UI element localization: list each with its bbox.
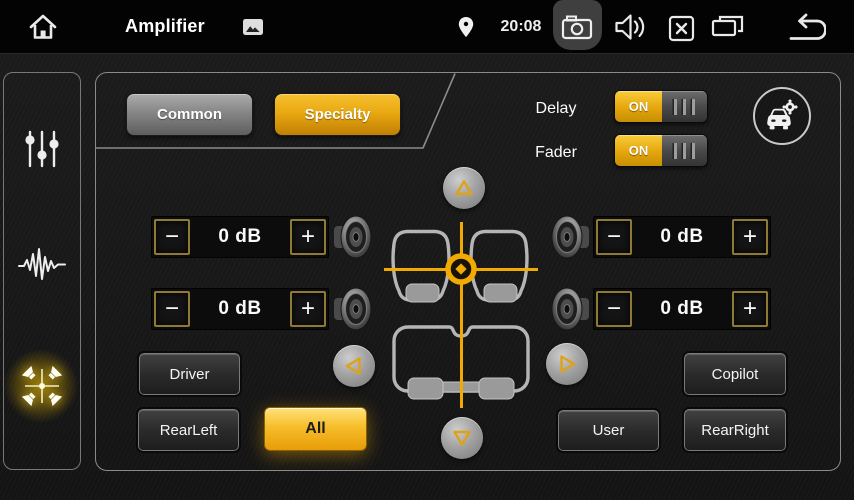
preset-rearleft-label: RearLeft bbox=[160, 422, 218, 439]
gallery-icon bbox=[242, 18, 264, 36]
gain-rear-right-value: 0 dB bbox=[632, 298, 732, 320]
gain-front-left-plus-button[interactable]: + bbox=[290, 219, 326, 255]
gain-front-right-value: 0 dB bbox=[632, 226, 732, 248]
sidebar-item-equalizer[interactable] bbox=[4, 129, 80, 169]
recent-apps-button[interactable] bbox=[709, 14, 745, 40]
fader-toggle-on: ON bbox=[615, 135, 662, 166]
preset-rearright-label: RearRight bbox=[701, 422, 769, 439]
arrow-up-icon bbox=[452, 176, 476, 200]
sidebar-item-sound-effects[interactable] bbox=[4, 245, 80, 283]
gain-front-right-plus-button[interactable]: + bbox=[732, 219, 768, 255]
volume-button[interactable] bbox=[613, 13, 649, 41]
preset-rearleft-button[interactable]: RearLeft bbox=[138, 409, 239, 451]
preset-all-button[interactable]: All bbox=[264, 407, 367, 451]
gallery-button[interactable] bbox=[241, 16, 265, 38]
arrow-down-icon bbox=[450, 426, 474, 450]
home-button[interactable] bbox=[24, 8, 62, 46]
gain-front-left-minus-button[interactable]: − bbox=[154, 219, 190, 255]
fader-toggle-grip bbox=[662, 135, 707, 166]
status-bar: Amplifier 20:08 bbox=[0, 0, 854, 54]
equalizer-icon bbox=[23, 129, 61, 169]
sound-wave-icon bbox=[18, 245, 66, 283]
preset-rearright-button[interactable]: RearRight bbox=[684, 409, 786, 451]
tab-common[interactable]: Common bbox=[126, 93, 253, 136]
preset-driver-button[interactable]: Driver bbox=[139, 353, 240, 395]
tab-specialty-label: Specialty bbox=[305, 106, 371, 123]
fader-left-button[interactable] bbox=[333, 345, 375, 387]
preset-user-label: User bbox=[593, 422, 625, 439]
location-button[interactable] bbox=[457, 15, 475, 39]
delay-toggle-on: ON bbox=[615, 91, 662, 122]
fader-down-button[interactable] bbox=[441, 417, 483, 459]
car-settings-button[interactable] bbox=[753, 87, 811, 145]
preset-copilot-label: Copilot bbox=[712, 366, 759, 383]
preset-driver-label: Driver bbox=[170, 366, 210, 383]
fader-toggle[interactable]: ON bbox=[614, 134, 708, 167]
speaker-rear-left-icon bbox=[333, 286, 373, 332]
sidebar-item-fader-balance[interactable] bbox=[4, 363, 80, 414]
speaker-front-left-icon bbox=[333, 214, 373, 260]
fader-label: Fader bbox=[514, 140, 598, 166]
preset-copilot-button[interactable]: Copilot bbox=[684, 353, 786, 395]
gain-front-left: − 0 dB + bbox=[151, 216, 329, 258]
speaker-front-right-icon bbox=[550, 214, 590, 260]
gain-rear-right-plus-button[interactable]: + bbox=[732, 291, 768, 327]
back-button[interactable] bbox=[783, 12, 827, 42]
preset-user-button[interactable]: User bbox=[558, 410, 659, 451]
car-settings-icon bbox=[764, 99, 800, 133]
gain-rear-right: − 0 dB + bbox=[593, 288, 771, 330]
page-title: Amplifier bbox=[125, 0, 205, 53]
delay-toggle[interactable]: ON bbox=[614, 90, 708, 123]
clock: 20:08 bbox=[494, 0, 548, 53]
camera-button[interactable] bbox=[558, 13, 596, 41]
location-pin-icon bbox=[458, 16, 474, 38]
preset-all-label: All bbox=[305, 420, 325, 438]
speaker-rear-right-icon bbox=[550, 286, 590, 332]
gain-rear-left-plus-button[interactable]: + bbox=[290, 291, 326, 327]
amplifier-screen: Amplifier 20:08 bbox=[0, 0, 854, 500]
fader-up-button[interactable] bbox=[443, 167, 485, 209]
fader-right-button[interactable] bbox=[546, 343, 588, 385]
camera-icon bbox=[561, 14, 593, 40]
gain-rear-left-value: 0 dB bbox=[190, 298, 290, 320]
delay-label: Delay bbox=[514, 96, 598, 122]
gain-front-right: − 0 dB + bbox=[593, 216, 771, 258]
tab-common-label: Common bbox=[157, 106, 222, 123]
arrow-right-icon bbox=[555, 352, 579, 376]
home-icon bbox=[26, 10, 60, 44]
fader-balance-icon bbox=[19, 363, 65, 409]
gain-rear-right-minus-button[interactable]: − bbox=[596, 291, 632, 327]
volume-icon bbox=[614, 13, 648, 41]
recent-apps-icon bbox=[711, 14, 744, 40]
gain-rear-left-minus-button[interactable]: − bbox=[154, 291, 190, 327]
arrow-left-icon bbox=[342, 354, 366, 378]
delay-toggle-grip bbox=[662, 91, 707, 122]
back-icon bbox=[784, 12, 826, 42]
fader-panel: Common Specialty Delay ON Fader ON bbox=[95, 72, 841, 471]
close-window-button[interactable] bbox=[667, 14, 695, 42]
gain-front-left-value: 0 dB bbox=[190, 226, 290, 248]
sidebar bbox=[3, 72, 81, 470]
close-window-icon bbox=[668, 15, 695, 42]
fader-position-target[interactable] bbox=[441, 249, 481, 289]
gain-front-right-minus-button[interactable]: − bbox=[596, 219, 632, 255]
gain-rear-left: − 0 dB + bbox=[151, 288, 329, 330]
tab-specialty[interactable]: Specialty bbox=[274, 93, 401, 136]
